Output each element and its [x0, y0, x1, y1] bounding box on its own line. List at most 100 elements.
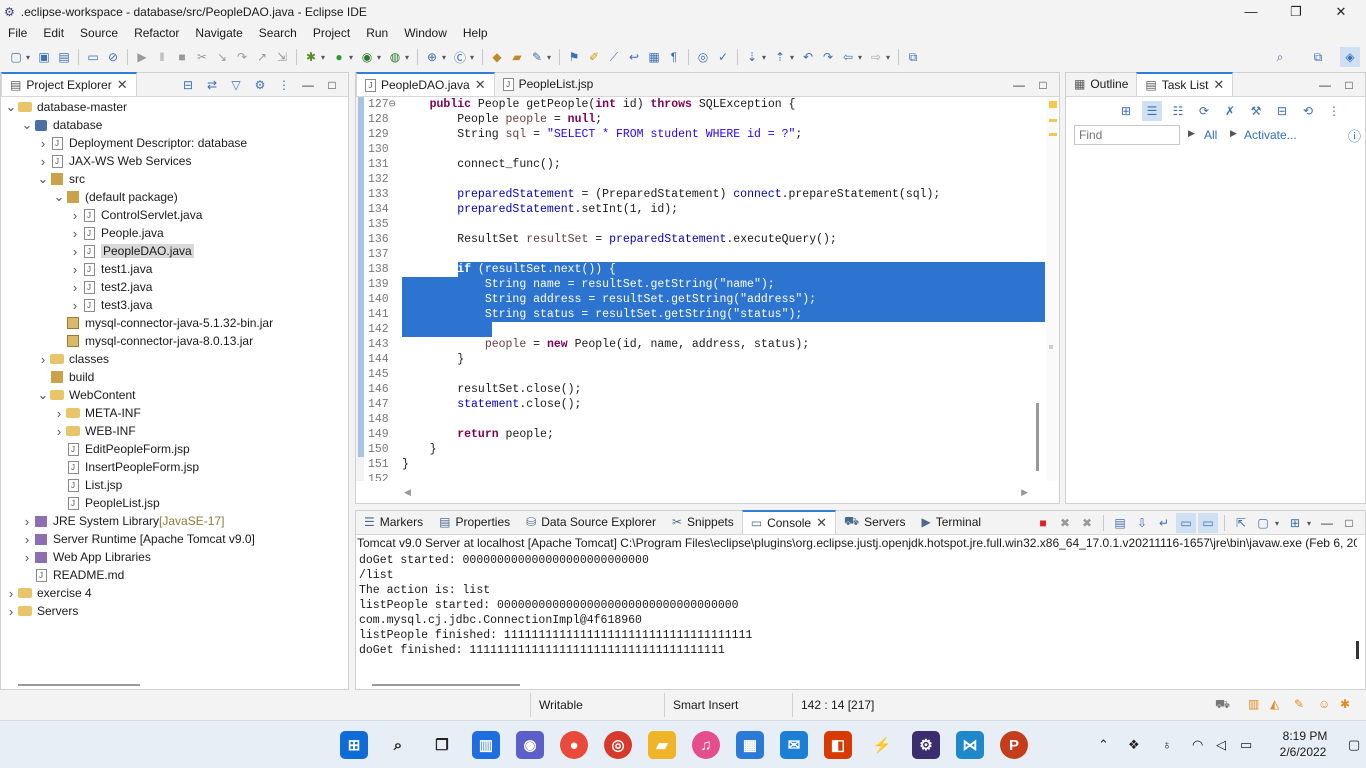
tree-item[interactable]: › WEB-INF [1, 422, 348, 440]
save-all-icon[interactable]: ▤ [54, 47, 74, 67]
restore-button[interactable]: ❐ [1273, 0, 1319, 23]
menu-window[interactable]: Window [396, 23, 455, 43]
tree-item[interactable]: › classes [1, 350, 348, 368]
tree-item[interactable]: › Server Runtime [Apache Tomcat v9.0] [1, 530, 348, 548]
next-annotation-icon[interactable]: ⇣ [742, 47, 762, 67]
vertical-scrollbar[interactable] [1036, 403, 1039, 471]
forward-edit-icon[interactable]: ↷ [818, 47, 838, 67]
open-type-icon[interactable]: ◆ [487, 47, 507, 67]
scroll-lock-icon[interactable]: ⇩ [1132, 513, 1152, 533]
tree-item[interactable]: J EditPeopleForm.jsp [1, 440, 348, 458]
new-java-class-icon[interactable]: Ⓒ [450, 47, 470, 67]
chevron-right-icon[interactable]: › [21, 514, 33, 529]
chevron-right-icon[interactable]: › [37, 352, 49, 367]
tree-item[interactable]: › J JAX-WS Web Services [1, 152, 348, 170]
tree-item[interactable]: mysql-connector-java-8.0.13.jar [1, 332, 348, 350]
menu-navigate[interactable]: Navigate [187, 23, 250, 43]
close-icon[interactable]: ✕ [1213, 77, 1224, 93]
maximize-view-icon[interactable]: □ [1339, 513, 1359, 533]
windows-start-icon[interactable]: ⊞ [340, 731, 368, 759]
chevron-right-icon[interactable]: › [37, 154, 49, 169]
tree-item[interactable]: › JRE System Library [JavaSE-17] [1, 512, 348, 530]
chevron-right-icon[interactable]: › [69, 244, 81, 259]
menu-edit[interactable]: Edit [35, 23, 72, 43]
teams-icon[interactable]: ◉ [516, 731, 544, 759]
minimize-button[interactable]: — [1228, 0, 1274, 23]
toggle-mark-icon[interactable]: ⚑ [564, 47, 584, 67]
focus-icon[interactable]: ⚙ [250, 75, 270, 95]
chevron-right-icon[interactable]: › [21, 550, 33, 565]
editor-tab[interactable]: J PeopleList.jsp [495, 72, 602, 96]
console-scrollbar[interactable] [1356, 641, 1359, 659]
tree-item[interactable]: › J PeopleDAO.java [1, 242, 348, 260]
scheduled-icon[interactable]: ☷ [1168, 101, 1188, 121]
focus-active-icon[interactable]: ⚒ [1246, 101, 1266, 121]
tree-item[interactable]: J InsertPeopleForm.jsp [1, 458, 348, 476]
console-tab[interactable]: ⛁ Data Source Explorer [518, 510, 664, 534]
chevron-right-icon[interactable]: › [53, 406, 65, 421]
dropbox-icon[interactable]: ❖ [1128, 737, 1140, 753]
tree-item[interactable]: › J ControlServlet.java [1, 206, 348, 224]
disconnect-icon[interactable]: ✂ [192, 47, 212, 67]
suspend-icon[interactable]: ‖ [152, 47, 172, 67]
mail-icon[interactable]: ✉ [780, 731, 808, 759]
open-perspective-icon[interactable]: ⧉ [1308, 47, 1328, 67]
chevron-right-icon[interactable]: › [69, 208, 81, 223]
find-input[interactable] [1074, 125, 1180, 145]
console-tab[interactable]: ⛟ Servers [836, 510, 913, 534]
chevron-up-icon[interactable]: ⌃ [1098, 737, 1109, 753]
console-tab[interactable]: ▤ Properties [431, 510, 518, 534]
tree-item[interactable]: › Servers [1, 602, 348, 620]
maximize-view-icon[interactable]: □ [1339, 75, 1359, 95]
check-icon[interactable]: ✓ [713, 47, 733, 67]
tree-item[interactable]: › Jtest2.java [1, 278, 348, 296]
display-console-icon[interactable]: ▢ [1253, 513, 1273, 533]
store-icon[interactable]: ▦ [736, 731, 764, 759]
toggle-block-icon[interactable]: ⟋ [604, 47, 624, 67]
refresh-icon[interactable]: ⟲ [1298, 101, 1318, 121]
remove-launch-icon[interactable]: ✖ [1055, 513, 1075, 533]
tree-item[interactable]: › META-INF [1, 404, 348, 422]
cap-icon[interactable]: ◭ [1270, 697, 1279, 711]
tree-item[interactable]: ⌄ WebContent [1, 386, 348, 404]
notification-icon[interactable]: ▢ [1348, 737, 1360, 753]
chevron-right-icon[interactable]: › [53, 424, 65, 439]
terminate-icon[interactable]: ■ [172, 47, 192, 67]
activate-link[interactable]: Activate... [1244, 128, 1297, 142]
volume-icon[interactable]: ◁ [1216, 737, 1226, 753]
clock-date[interactable]: 2/6/2022 [1272, 745, 1334, 759]
tree-item[interactable]: ⌄ database [1, 116, 348, 134]
pen-icon[interactable]: ✎ [1294, 697, 1304, 711]
minimize-view-icon[interactable]: — [298, 75, 318, 95]
tab-outline[interactable]: ▦ Outline [1066, 72, 1136, 96]
show-stderr-icon[interactable]: ▭ [1198, 513, 1218, 533]
chevron-down-icon[interactable]: ⌄ [37, 171, 49, 187]
minimize-editor-icon[interactable]: — [1009, 75, 1029, 95]
open-console-icon[interactable]: ⊞ [1285, 513, 1305, 533]
microphone-icon[interactable]: ♁ [1162, 737, 1172, 752]
chrome-icon[interactable]: ● [560, 731, 588, 759]
chevron-right-icon[interactable]: › [69, 226, 81, 241]
pin-editor-icon[interactable]: ⧉ [903, 47, 923, 67]
battery-icon[interactable]: ▭ [1240, 737, 1252, 753]
console-hscrollbar[interactable] [372, 684, 520, 686]
bulb-icon[interactable]: ✱ [1340, 697, 1350, 711]
smile-icon[interactable]: ☺ [1318, 697, 1330, 711]
chevron-right-icon[interactable]: › [69, 280, 81, 295]
new-icon[interactable]: ▢ [6, 47, 26, 67]
book-icon[interactable]: ▥ [1248, 697, 1259, 711]
chevron-down-icon[interactable]: ⌄ [21, 117, 33, 133]
sync-icon[interactable]: ⟳ [1194, 101, 1214, 121]
chevron-right-icon[interactable]: › [69, 262, 81, 277]
menu-search[interactable]: Search [251, 23, 305, 43]
vscode-icon[interactable]: ⋈ [956, 731, 984, 759]
tree-item[interactable]: ⌄ (default package) [1, 188, 348, 206]
drop-frame-icon[interactable]: ⇲ [272, 47, 292, 67]
server-icon[interactable]: ⛟ [1215, 697, 1230, 713]
search-toolbar-icon[interactable]: ✎ [527, 47, 547, 67]
chevron-right-icon[interactable]: › [37, 136, 49, 151]
chevron-down-icon[interactable]: ⌄ [5, 99, 17, 115]
office-icon[interactable]: ◧ [824, 731, 852, 759]
menu-run[interactable]: Run [358, 23, 396, 43]
chevron-right-icon[interactable]: › [69, 298, 81, 313]
